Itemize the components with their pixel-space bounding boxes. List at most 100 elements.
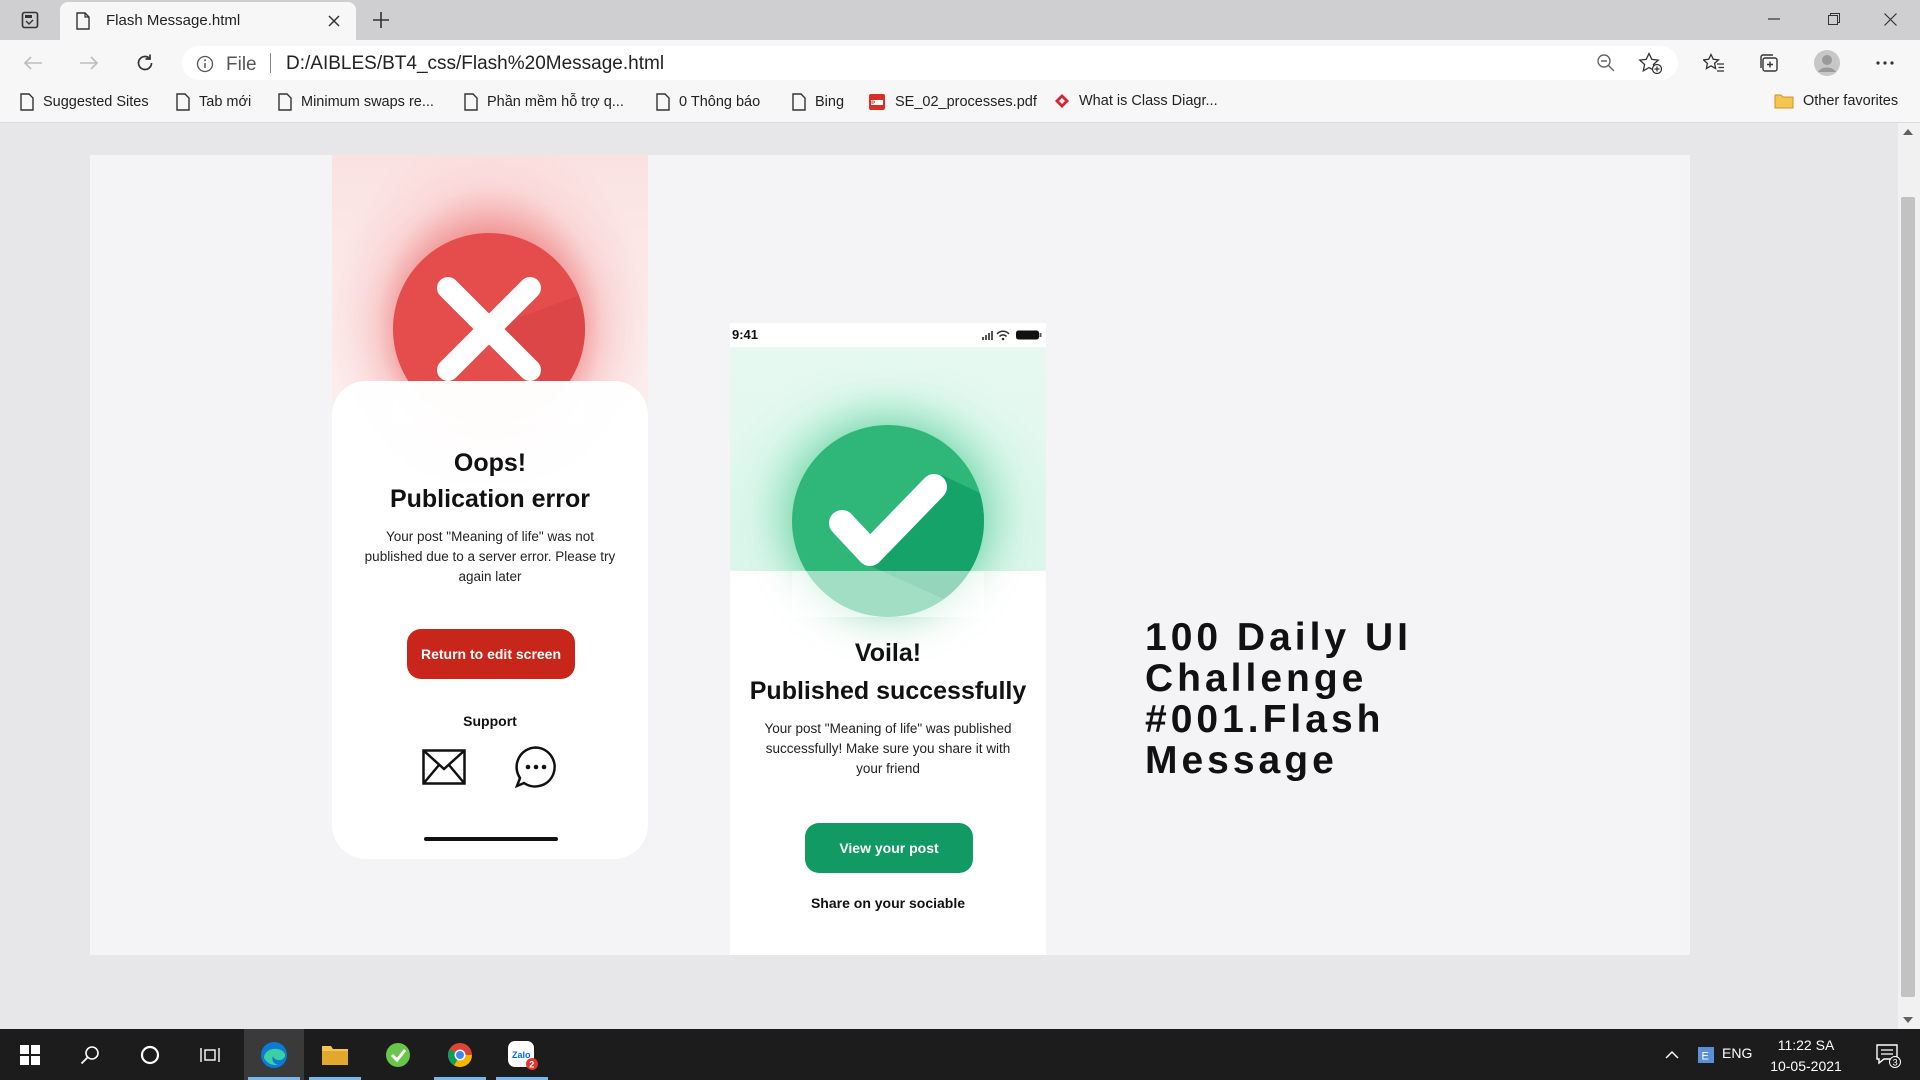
error-title-2: Publication error	[389, 485, 591, 513]
favorite-minimum-swaps[interactable]: Minimum swaps re...	[278, 93, 434, 111]
minimize-button[interactable]	[1746, 0, 1802, 38]
close-icon	[328, 15, 340, 27]
page-icon	[176, 93, 190, 111]
clock[interactable]: 11:22 SA 10-05-2021	[1766, 1035, 1846, 1077]
page-icon	[20, 93, 34, 111]
taskbar-zalo[interactable]: Zalo 2	[492, 1029, 552, 1080]
language-indicator[interactable]: ENG	[1722, 1045, 1752, 1061]
refresh-icon	[137, 54, 153, 71]
success-circle-fade	[792, 571, 984, 617]
edge-browser-icon	[261, 1041, 287, 1068]
favorite-suggested-sites[interactable]: Suggested Sites	[20, 93, 149, 111]
new-tab-button[interactable]	[366, 6, 396, 34]
zalo-icon: Zalo2	[508, 1040, 538, 1070]
profile-button[interactable]	[1810, 48, 1844, 78]
favorite-se-processes-pdf[interactable]: SE_02_processes.pdf	[868, 93, 1037, 111]
restore-icon	[1828, 13, 1840, 25]
taskbar-file-explorer[interactable]	[305, 1029, 365, 1080]
success-title-2: Published successfully	[749, 677, 1027, 705]
scroll-down-arrow-icon[interactable]	[1903, 1017, 1913, 1023]
svg-text:Zalo: Zalo	[512, 1050, 531, 1060]
address-bar[interactable]: File D:/AIBLES/BT4_css/Flash%20Message.h…	[182, 46, 1678, 80]
page-icon	[464, 93, 478, 111]
favorite-label: Bing	[815, 94, 845, 110]
mail-icon[interactable]	[422, 749, 466, 785]
favorite-label: Suggested Sites	[43, 94, 149, 110]
scroll-up-arrow-icon[interactable]	[1903, 129, 1913, 135]
search-button[interactable]	[60, 1029, 120, 1080]
chat-icon[interactable]	[514, 745, 558, 789]
error-title-1: Oops!	[453, 449, 527, 477]
arrow-right-icon	[80, 56, 99, 70]
task-view-icon	[200, 1047, 220, 1062]
settings-menu-button[interactable]	[1868, 48, 1902, 78]
return-to-edit-button[interactable]: Return to edit screen	[407, 629, 575, 679]
tab-actions-icon	[21, 11, 39, 29]
task-view-button[interactable]	[180, 1029, 240, 1080]
search-icon	[80, 1045, 99, 1064]
home-indicator	[424, 837, 558, 841]
favorite-bing[interactable]: Bing	[792, 93, 844, 111]
refresh-button[interactable]	[128, 48, 162, 78]
notification-icon: 3	[1876, 1043, 1901, 1068]
zoom-out-icon[interactable]	[1596, 53, 1616, 73]
taskbar-edge[interactable]	[244, 1029, 304, 1080]
taskbar-app-green[interactable]	[368, 1029, 428, 1080]
page-headline: 100 Daily UI Challenge #001.Flash Messag…	[1145, 616, 1412, 782]
favorites-button[interactable]	[1697, 48, 1731, 78]
cortana-button[interactable]	[120, 1029, 180, 1080]
favorite-label: Minimum swaps re...	[301, 94, 434, 110]
other-favorites[interactable]: Other favorites	[1774, 93, 1898, 109]
pdf-icon	[869, 94, 885, 110]
favorite-label: What is Class Diagr...	[1079, 93, 1218, 109]
close-window-button[interactable]	[1862, 0, 1918, 38]
favorite-class-diagram[interactable]: What is Class Diagr...	[1054, 93, 1218, 109]
favorite-phan-mem[interactable]: Phần mềm hỗ trợ q...	[464, 93, 624, 111]
tab-actions-button[interactable]	[10, 6, 50, 34]
error-circle-fade	[393, 381, 585, 425]
share-label[interactable]: Share on your sociable	[730, 895, 1046, 911]
collections-icon	[1760, 54, 1778, 72]
chevron-up-icon	[1665, 1050, 1679, 1059]
favorites-bar: Suggested Sites Tab mới Minimum swaps re…	[0, 86, 1920, 123]
add-favorite-icon[interactable]	[1638, 52, 1662, 74]
success-title-1: Voila!	[854, 639, 922, 667]
folder-icon	[322, 1045, 348, 1065]
other-favorites-label: Other favorites	[1803, 93, 1899, 109]
signal-wifi-battery-icon	[982, 330, 1042, 341]
diamond-icon	[1055, 94, 1069, 108]
favorite-thong-bao[interactable]: 0 Thông báo	[656, 93, 760, 111]
taskbar-chrome[interactable]	[430, 1029, 490, 1080]
info-icon	[196, 55, 214, 73]
input-method-icon: E	[1698, 1046, 1714, 1063]
start-button[interactable]	[0, 1029, 60, 1080]
input-method-button[interactable]: E	[1688, 1029, 1724, 1080]
windows-logo-icon	[20, 1044, 40, 1065]
green-app-icon	[386, 1042, 410, 1067]
favorite-label: 0 Thông báo	[679, 94, 761, 110]
favorites-star-icon	[1703, 53, 1724, 72]
browser-tab[interactable]: Flash Message.html	[60, 2, 356, 40]
view-post-button[interactable]: View your post	[805, 823, 973, 873]
status-bar: 9:41	[730, 323, 1046, 349]
tab-title: Flash Message.html	[106, 12, 241, 29]
vertical-scrollbar[interactable]	[1898, 123, 1920, 1029]
back-button[interactable]	[16, 48, 50, 78]
address-url[interactable]: D:/AIBLES/BT4_css/Flash%20Message.html	[286, 53, 664, 75]
windows-taskbar: Zalo 2 E ENG 11:22 SA 10-05-2021 3	[0, 1029, 1920, 1080]
favorite-label: Tab mới	[199, 94, 252, 110]
forward-button[interactable]	[72, 48, 106, 78]
collections-button[interactable]	[1752, 48, 1786, 78]
tab-close-button[interactable]	[322, 9, 346, 33]
svg-text:2: 2	[529, 1059, 534, 1069]
favorite-label: SE_02_processes.pdf	[895, 94, 1037, 110]
support-label: Support	[463, 713, 517, 729]
avatar-icon	[1814, 50, 1840, 76]
restore-button[interactable]	[1806, 0, 1862, 38]
notification-center-button[interactable]: 3	[1858, 1029, 1918, 1080]
show-hidden-icons-button[interactable]	[1654, 1029, 1690, 1080]
success-card: 9:41 Voila! Published successfully Your …	[730, 323, 1046, 955]
scroll-thumb[interactable]	[1901, 197, 1915, 997]
favorite-tab-moi[interactable]: Tab mới	[176, 93, 251, 111]
page-viewport: Oops! Publication error Your post "Meani…	[0, 123, 1898, 1029]
